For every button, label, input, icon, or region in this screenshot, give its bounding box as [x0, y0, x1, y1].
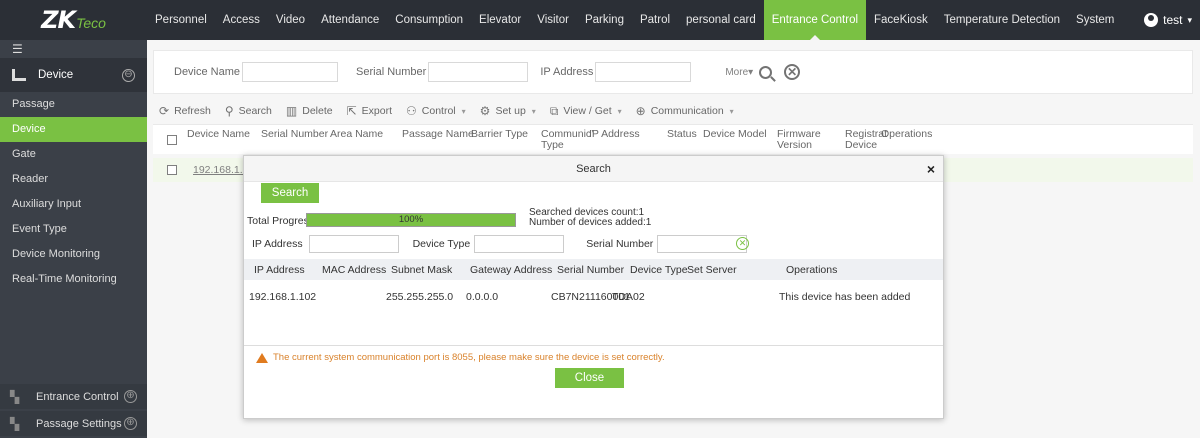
nav-item-temperature-detection[interactable]: Temperature Detection	[936, 0, 1068, 40]
passage-settings-icon: ▚	[10, 416, 20, 431]
port-warning: The current system communication port is…	[256, 352, 665, 363]
clear-filter-icon[interactable]: ✕	[736, 237, 749, 250]
column-header: MAC Address	[322, 264, 387, 276]
sidebar-item-device[interactable]: Device	[0, 117, 147, 142]
entrance-control-icon: ▚	[10, 389, 20, 404]
zkteco-logo: ZK Teco	[0, 0, 147, 40]
menu-toggle-icon[interactable]: ☰	[0, 40, 147, 58]
serial-label: Serial Number	[586, 238, 654, 250]
nav-item-parking[interactable]: Parking	[577, 0, 632, 40]
expand-icon[interactable]: ⊕	[124, 417, 137, 430]
column-header: Gateway Address	[470, 264, 553, 276]
chevron-down-icon: ▾	[1187, 14, 1192, 25]
total-progress-label: Total Progress	[247, 215, 315, 227]
ip-input[interactable]	[308, 235, 399, 253]
nav-item-personal-card[interactable]: personal card	[678, 0, 764, 40]
sidebar-footer-label: Entrance Control	[36, 390, 119, 403]
serial-input[interactable]	[657, 235, 748, 253]
warning-icon	[256, 352, 268, 363]
logo-main-text: ZK	[41, 6, 76, 34]
progress-bar: 100%	[306, 213, 516, 227]
logo-sub-text: Teco	[76, 15, 106, 31]
column-header: Set Server	[687, 264, 737, 276]
column-header: IP Address	[254, 264, 305, 276]
sidebar-item-auxiliary-input[interactable]: Auxiliary Input	[0, 192, 147, 217]
user-name: test	[1163, 13, 1183, 27]
expand-icon[interactable]: ⊕	[124, 390, 137, 403]
nav-item-patrol[interactable]: Patrol	[632, 0, 678, 40]
search-stats: Searched devices count:1 Number of devic…	[529, 208, 651, 228]
close-icon[interactable]: ×	[927, 156, 935, 182]
sidebar-section-label: Device	[38, 69, 74, 81]
row-ip: 192.168.1.102	[249, 291, 317, 303]
sidebar-footer-label: Passage Settings	[36, 417, 122, 430]
sidebar: ☰ Device ⊖ Passage Device Gate Reader Auxili…	[0, 40, 147, 438]
sidebar-section-device[interactable]: Device ⊖	[0, 58, 147, 92]
device-type-input[interactable]	[474, 235, 565, 253]
sidebar-item-passage[interactable]: Passage	[0, 92, 147, 117]
close-button[interactable]: Close	[555, 368, 624, 388]
collapse-icon[interactable]: ⊖	[122, 68, 135, 82]
ip-label: IP Address	[252, 238, 303, 250]
nav-item-entrance-control[interactable]: Entrance Control	[763, 0, 867, 40]
sidebar-section-entrance-control[interactable]: ▚ Entrance Control ⊕	[0, 384, 147, 409]
nav-item-elevator[interactable]: Elevator	[471, 0, 529, 40]
column-header: Subnet Mask	[391, 264, 453, 276]
sidebar-item-device-monitoring[interactable]: Device Monitoring	[0, 242, 147, 267]
column-header: Device Type	[630, 264, 688, 276]
user-menu[interactable]: test ▾	[1144, 0, 1192, 40]
row-operation: This device has been added	[779, 291, 911, 303]
nav-item-video[interactable]: Video	[268, 0, 313, 40]
search-button[interactable]: Search	[261, 183, 319, 203]
sidebar-item-gate[interactable]: Gate	[0, 142, 147, 167]
row-subnet: 255.255.255.0	[386, 291, 454, 303]
row-type: TDA02	[612, 291, 645, 303]
sidebar-items: Passage Device Gate Reader Auxiliary Input Ev…	[0, 92, 147, 292]
sidebar-item-reader[interactable]: Reader	[0, 167, 147, 192]
top-navigation-bar: ZK Teco Personnel Access Video Attendance Co…	[0, 0, 1200, 40]
sidebar-item-real-time-monitoring[interactable]: Real-Time Monitoring	[0, 267, 147, 292]
sidebar-section-passage-settings[interactable]: ▚ Passage Settings ⊕	[0, 411, 147, 436]
dialog-title-bar: Search ×	[244, 156, 943, 182]
nav-item-attendance[interactable]: Attendance	[313, 0, 387, 40]
device-type-label: Device Type	[412, 238, 471, 250]
nav-item-visitor[interactable]: Visitor	[529, 0, 577, 40]
results-header: IP Address MAC Address Subnet Mask Gatew…	[244, 259, 943, 280]
warning-text: The current system communication port is…	[273, 352, 665, 363]
dialog-filter-bar: IP Address Device Type Serial Number	[252, 234, 748, 254]
nav-item-system[interactable]: System	[1068, 0, 1122, 40]
nav-item-personnel[interactable]: Personnel	[147, 0, 215, 40]
search-dialog: Search × Search Total Progress 100% Sear…	[243, 155, 944, 419]
progress-text: 100%	[398, 214, 424, 225]
table-row[interactable]: 192.168.1.102 255.255.255.0 0.0.0.0 CB7N…	[244, 286, 943, 308]
column-header: Serial Number	[557, 264, 625, 276]
nav-item-consumption[interactable]: Consumption	[387, 0, 471, 40]
added-count: Number of devices added:1	[529, 217, 652, 228]
nav-item-facekiosk[interactable]: FaceKiosk	[866, 0, 936, 40]
dialog-title: Search	[576, 163, 611, 175]
device-section-icon	[12, 69, 26, 81]
user-icon	[1144, 13, 1159, 27]
nav-item-access[interactable]: Access	[215, 0, 268, 40]
sidebar-item-event-type[interactable]: Event Type	[0, 217, 147, 242]
module-menu: Personnel Access Video Attendance Consumptio…	[147, 0, 1122, 40]
column-header: Operations	[786, 264, 838, 276]
search-results-table: IP Address MAC Address Subnet Mask Gatew…	[244, 259, 943, 346]
row-gateway: 0.0.0.0	[466, 291, 499, 303]
